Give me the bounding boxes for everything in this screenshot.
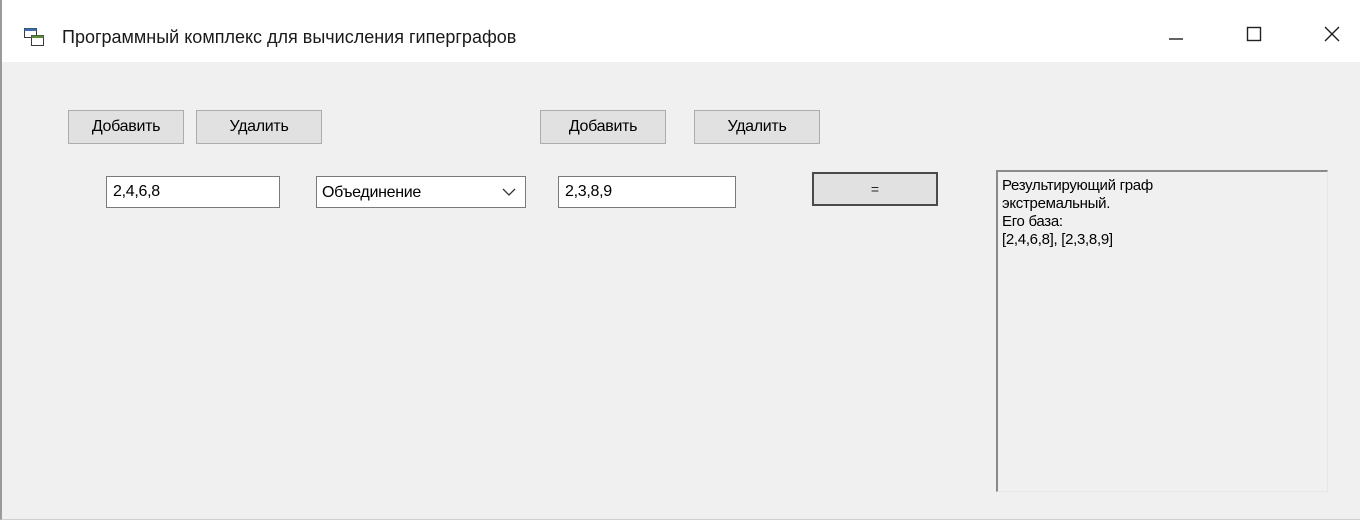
compute-button[interactable]: = xyxy=(812,172,938,206)
left-add-button[interactable]: Добавить xyxy=(68,110,184,144)
result-line: Результирующий граф xyxy=(1002,177,1153,194)
app-window: Программный комплекс для вычисления гипе… xyxy=(0,0,1360,520)
result-line: Его база: xyxy=(1002,213,1063,230)
minimize-icon xyxy=(1169,38,1183,40)
right-remove-button[interactable]: Удалить xyxy=(694,110,820,144)
app-icon xyxy=(24,28,44,46)
left-set-input[interactable]: 2,4,6,8 xyxy=(106,176,280,208)
left-remove-button[interactable]: Удалить xyxy=(196,110,322,144)
maximize-icon xyxy=(1246,26,1262,42)
operation-select[interactable]: Объединение xyxy=(316,176,526,208)
maximize-button[interactable] xyxy=(1224,14,1284,54)
close-button[interactable] xyxy=(1302,14,1360,54)
window-title: Программный комплекс для вычисления гипе… xyxy=(62,27,517,47)
chevron-down-icon xyxy=(502,188,516,196)
result-line: экстремальный. xyxy=(1002,195,1111,212)
result-textbox[interactable]: Результирующий граф экстремальный. Его б… xyxy=(996,170,1328,492)
right-add-button[interactable]: Добавить xyxy=(540,110,666,144)
title-bar: Программный комплекс для вычисления гипе… xyxy=(2,0,1360,62)
right-set-input[interactable]: 2,3,8,9 xyxy=(558,176,736,208)
minimize-button[interactable] xyxy=(1146,14,1206,54)
result-line: [2,4,6,8], [2,3,8,9] xyxy=(1002,231,1113,248)
operation-selected-value: Объединение xyxy=(322,184,422,201)
close-icon xyxy=(1324,26,1340,42)
